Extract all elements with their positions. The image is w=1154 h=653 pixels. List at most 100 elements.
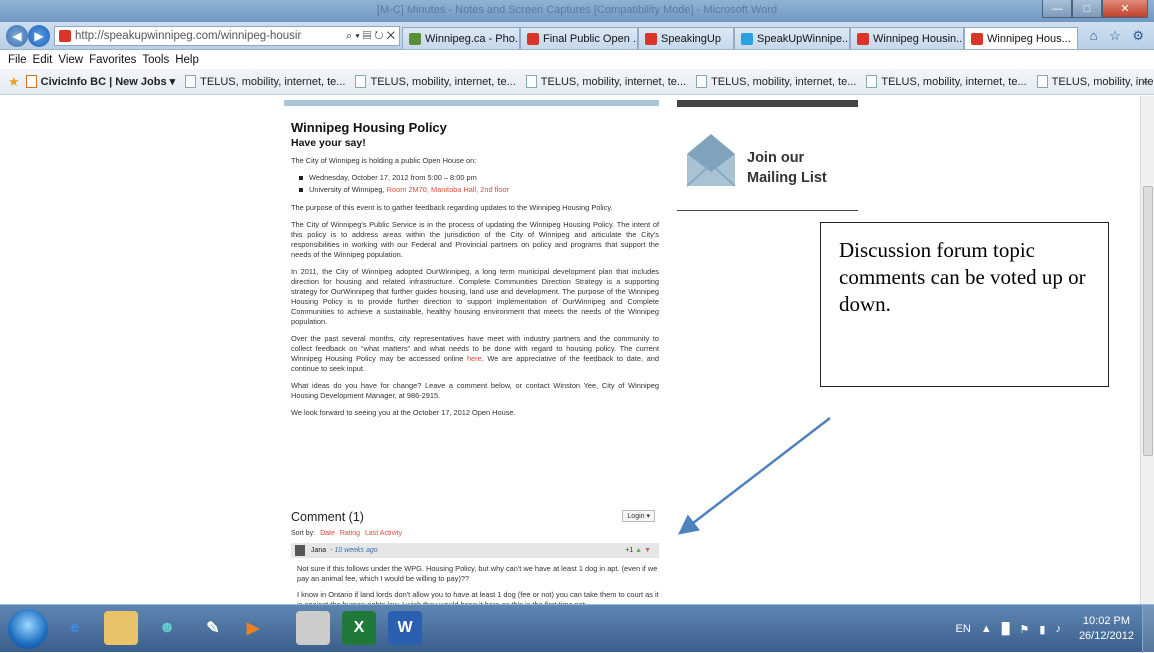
back-button[interactable]: ◀ xyxy=(6,25,28,47)
tab-label: Winnipeg Hous... xyxy=(987,32,1071,45)
show-hidden-icons-icon[interactable]: ▲ xyxy=(981,623,992,635)
minimize-button[interactable]: — xyxy=(1042,0,1072,18)
favorite-telus-1[interactable]: TELUS, mobility, internet, te... xyxy=(185,75,345,88)
comments-section: Comment (1) Login ▾ Sort by: Date Rating… xyxy=(291,510,659,604)
menu-favorites[interactable]: Favorites xyxy=(89,54,136,66)
volume-icon[interactable]: ♪ xyxy=(1055,623,1061,635)
home-favorites-tools-icons[interactable]: ⌂ ☆ ⚙ xyxy=(1090,28,1148,44)
favorite-civicinfo[interactable]: CivicInfo BC | New Jobs ▾ xyxy=(25,75,175,88)
sort-by: Sort by: Date Rating Last Activity xyxy=(291,530,402,537)
clock[interactable]: 10:02 PM 26/12/2012 xyxy=(1079,614,1134,644)
menu-view[interactable]: View xyxy=(58,54,83,66)
tab-close-icon[interactable]: ✕ xyxy=(1077,32,1078,45)
article-subtitle: Have your say! xyxy=(291,137,366,149)
scrollbar-thumb[interactable] xyxy=(1143,186,1153,456)
menu-edit[interactable]: Edit xyxy=(33,54,53,66)
tab-favicon-icon xyxy=(409,32,421,45)
excel-icon[interactable]: X xyxy=(342,611,376,645)
tab-label: Winnipeg Housin... xyxy=(873,32,964,45)
article-paragraph-2: The City of Winnipeg's Public Service is… xyxy=(291,220,659,259)
article-intro: The City of Winnipeg is holding a public… xyxy=(291,156,477,165)
calculator-icon[interactable] xyxy=(296,611,330,645)
address-controls[interactable]: ⌕ ▾ ▤ ↻ ✕ xyxy=(346,30,399,43)
favorite-telus-4[interactable]: TELUS, mobility, internet, te... xyxy=(696,75,856,88)
tab-label: Final Public Open ... xyxy=(543,32,638,45)
tab-favicon-icon xyxy=(645,32,657,45)
page-icon xyxy=(696,75,708,88)
avatar xyxy=(295,545,305,556)
event-location: University of Winnipeg, Room 2M70, Manit… xyxy=(299,185,659,195)
window-titlebar: [M-C] Minutes - Notes and Screen Capture… xyxy=(0,0,1154,22)
menu-tools[interactable]: Tools xyxy=(142,54,169,66)
system-tray: EN ▲ █ ⚑ ▮ ♪ 10:02 PM 26/12/2012 xyxy=(956,605,1154,653)
comment-text-2: I know in Ontario if land lords don't al… xyxy=(297,590,659,604)
tab-1[interactable]: Winnipeg.ca - Pho... xyxy=(402,27,520,49)
policy-here-link[interactable]: here xyxy=(467,354,482,363)
show-desktop-button[interactable] xyxy=(1142,605,1154,653)
mailing-list-label[interactable]: Join our Mailing List xyxy=(747,148,827,188)
window-title: [M-C] Minutes - Notes and Screen Capture… xyxy=(376,4,778,16)
tab-favicon-icon xyxy=(971,32,983,45)
comment-text-1: Not sure if this follows under the WPG. … xyxy=(297,564,658,583)
comment-body: Not sure if this follows under the WPG. … xyxy=(291,564,659,604)
tab-4[interactable]: SpeakUpWinnipe... xyxy=(734,27,850,49)
article-paragraph-1: The purpose of this event is to gather f… xyxy=(291,203,613,212)
tab-label: SpeakingUp xyxy=(661,32,721,45)
favorites-bar: ★ CivicInfo BC | New Jobs ▾ TELUS, mobil… xyxy=(0,69,1154,95)
tab-6-active[interactable]: Winnipeg Hous... ✕ xyxy=(964,27,1078,49)
thumbs-up-icon[interactable]: ▲ xyxy=(635,547,642,554)
flag-icon[interactable]: ⚑ xyxy=(1020,623,1030,636)
login-button[interactable]: Login ▾ xyxy=(622,510,655,522)
whiteboard-icon[interactable]: ✎ xyxy=(196,611,230,645)
comment-author[interactable]: Jana xyxy=(311,547,326,554)
internet-explorer-icon[interactable]: e xyxy=(58,611,92,645)
file-explorer-icon[interactable] xyxy=(104,611,138,645)
favorite-telus-6[interactable]: TELUS, mobility, internet, te... xyxy=(1036,75,1154,88)
network-icon[interactable]: █ xyxy=(1002,623,1010,635)
comment-time: - 10 weeks ago xyxy=(330,547,378,554)
favorites-more-chevron-icon[interactable]: » xyxy=(1142,76,1148,88)
users-icon[interactable]: ☻ xyxy=(150,611,184,645)
mailing-list-widget[interactable]: Join our Mailing List xyxy=(677,116,858,211)
article-paragraph-4: Over the past several months, city repre… xyxy=(291,334,659,373)
event-details-list: Wednesday, October 17, 2012 from 5:00 – … xyxy=(299,173,659,195)
favorites-star-icon[interactable]: ★ xyxy=(8,74,20,90)
tab-2[interactable]: Final Public Open ... xyxy=(520,27,638,49)
page-icon xyxy=(355,75,367,88)
vote-count[interactable]: +1 ▲ ▼ xyxy=(625,547,659,554)
language-indicator[interactable]: EN xyxy=(956,623,971,635)
menu-file[interactable]: File xyxy=(8,54,27,66)
page-icon xyxy=(1036,75,1048,88)
page-icon xyxy=(525,75,537,88)
thumbs-down-icon[interactable]: ▼ xyxy=(644,547,651,554)
tab-strip: Winnipeg.ca - Pho... Final Public Open .… xyxy=(402,25,1078,49)
vertical-scrollbar[interactable] xyxy=(1140,96,1154,604)
menu-bar: File Edit View Favorites Tools Help xyxy=(0,51,1154,69)
tab-5[interactable]: Winnipeg Housin... xyxy=(850,27,964,49)
window-controls: — □ ✕ xyxy=(1042,0,1148,18)
address-url[interactable]: http://speakupwinnipeg.com/winnipeg-hous… xyxy=(75,30,346,42)
favorite-telus-5[interactable]: TELUS, mobility, internet, te... xyxy=(866,75,1027,88)
tab-3[interactable]: SpeakingUp xyxy=(638,27,734,49)
clock-date: 26/12/2012 xyxy=(1078,630,1134,642)
favorite-telus-2[interactable]: TELUS, mobility, internet, te... xyxy=(355,75,516,88)
menu-help[interactable]: Help xyxy=(175,54,199,66)
article-paragraph-3: In 2011, the City of Winnipeg adopted Ou… xyxy=(291,267,659,326)
comment-header: Jana - 10 weeks ago +1 ▲ ▼ xyxy=(291,543,659,558)
sort-last-activity[interactable]: Last Activity xyxy=(365,530,402,537)
forward-button[interactable]: ▶ xyxy=(28,25,50,47)
sort-rating[interactable]: Rating xyxy=(340,530,360,537)
close-button[interactable]: ✕ xyxy=(1102,0,1148,18)
maximize-button[interactable]: □ xyxy=(1072,0,1102,18)
favorite-telus-3[interactable]: TELUS, mobility, internet, te... xyxy=(525,75,686,88)
address-bar[interactable]: http://speakupwinnipeg.com/winnipeg-hous… xyxy=(54,26,400,46)
sort-date[interactable]: Date xyxy=(320,530,335,537)
article-paragraph-5: What ideas do you have for change? Leave… xyxy=(291,381,659,400)
start-button[interactable] xyxy=(8,609,48,649)
word-icon[interactable]: W xyxy=(388,611,422,645)
media-player-icon[interactable]: ▶ xyxy=(236,611,270,645)
content-top-bar xyxy=(284,100,659,106)
tab-favicon-icon xyxy=(857,32,869,45)
event-room-link[interactable]: Room 2M70, Manitoba Hall, 2nd floor xyxy=(387,185,509,194)
signal-icon[interactable]: ▮ xyxy=(1039,623,1045,636)
